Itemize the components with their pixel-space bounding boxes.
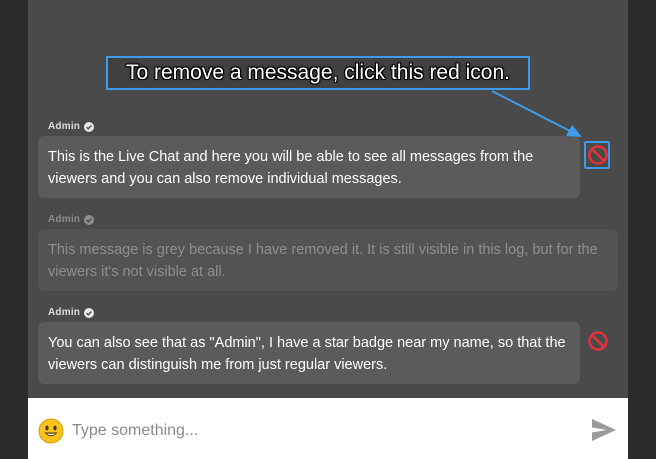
remove-icon-highlight (584, 141, 610, 169)
verified-badge-icon (84, 214, 95, 225)
message-bubble: You can also see that as "Admin", I have… (38, 322, 580, 384)
message-input[interactable] (72, 418, 552, 444)
message-text: This message is grey because I have remo… (48, 242, 598, 280)
message-author: Admin (48, 121, 95, 132)
message-author: Admin (48, 214, 95, 225)
callout-text: To remove a message, click this red icon… (126, 61, 510, 84)
author-name: Admin (48, 307, 81, 318)
message-author: Admin (48, 307, 95, 318)
author-name: Admin (48, 214, 81, 225)
message-bubble: This is the Live Chat and here you will … (38, 136, 580, 198)
message-text: This is the Live Chat and here you will … (48, 149, 534, 187)
send-arrow-icon[interactable] (590, 416, 618, 444)
verified-badge-icon (84, 307, 95, 318)
tutorial-callout: To remove a message, click this red icon… (106, 56, 530, 90)
verified-badge-icon (84, 121, 95, 132)
author-name: Admin (48, 121, 81, 132)
removed-message-bubble: This message is grey because I have remo… (38, 229, 618, 291)
remove-message-icon[interactable] (587, 330, 609, 352)
smiley-emoji-icon[interactable] (38, 418, 64, 444)
message-composer (28, 398, 628, 459)
message-text: You can also see that as "Admin", I have… (48, 335, 566, 373)
